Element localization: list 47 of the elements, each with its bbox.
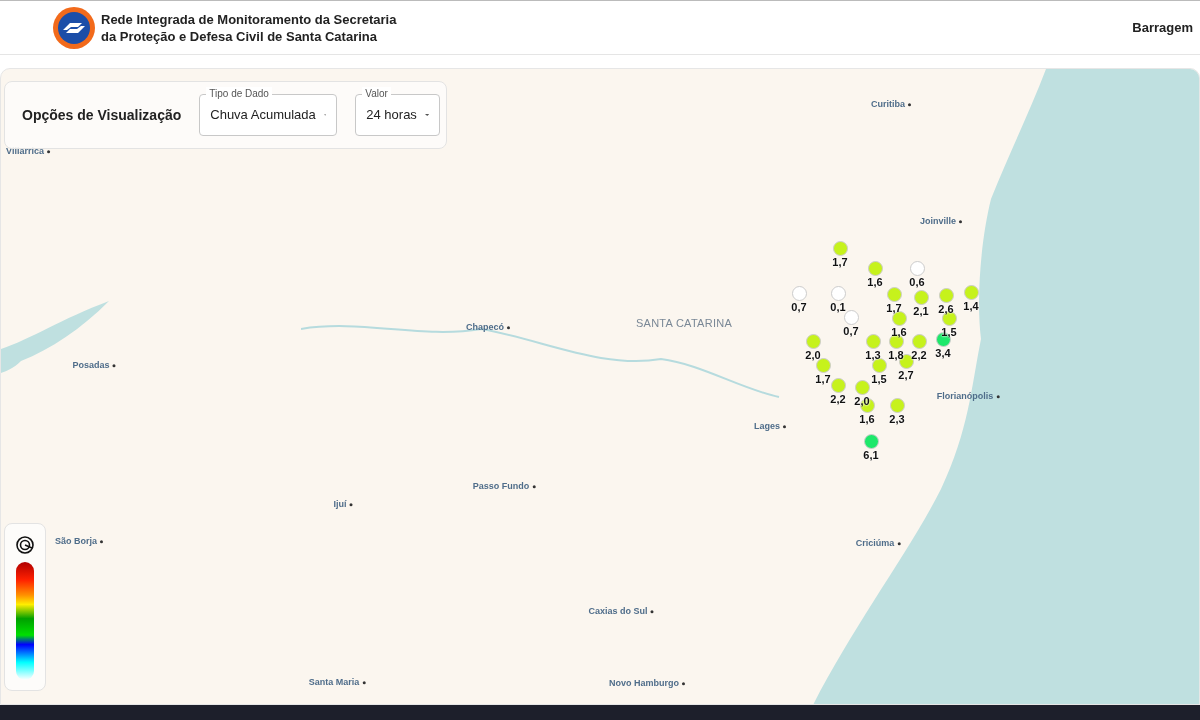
station-value: 2,6 bbox=[938, 303, 954, 315]
select-value: 24 horas bbox=[366, 106, 417, 125]
select-label: Tipo de Dado bbox=[206, 87, 272, 101]
panel-title: Opções de Visualização bbox=[22, 105, 182, 125]
city-label: Passo Fundo bbox=[472, 480, 530, 494]
station-value: 1,4 bbox=[963, 300, 979, 312]
city-label: Villarrica bbox=[6, 145, 44, 159]
station-value: 2,7 bbox=[898, 369, 914, 381]
station-value: 1,3 bbox=[865, 349, 881, 361]
city-label: Novo Hamburgo bbox=[609, 677, 679, 691]
city-label: Santa Maria bbox=[308, 676, 360, 690]
station-value: 1,7 bbox=[832, 256, 848, 268]
station-value: 2,1 bbox=[913, 305, 929, 317]
nav-link[interactable]: Barragem bbox=[1132, 17, 1193, 38]
city-label: Florianópolis bbox=[936, 390, 994, 404]
station-value: 1,6 bbox=[891, 326, 907, 338]
city-label: São Borja bbox=[55, 535, 97, 549]
select-value: Chuva Acumulada bbox=[210, 106, 316, 125]
station-value: 0,7 bbox=[843, 325, 859, 337]
city-label: Curitiba bbox=[871, 98, 905, 112]
station-value: 0,1 bbox=[830, 301, 846, 313]
city-label: Ijuí bbox=[333, 498, 347, 512]
station-value: 2,2 bbox=[830, 393, 846, 405]
site-title: da Proteção e Defesa Civil de Santa Catarina bbox=[101, 27, 378, 45]
station-value: 2,2 bbox=[911, 349, 927, 361]
site-title: Rede Integrada de Monitoramento da Secretaria bbox=[101, 10, 397, 28]
city-label: Lages bbox=[754, 420, 780, 434]
city-label: Posadas bbox=[72, 359, 110, 373]
station-value: 1,6 bbox=[859, 413, 875, 425]
station-value: 6,1 bbox=[863, 449, 879, 461]
station-value: 1,5 bbox=[941, 326, 957, 338]
station-value: 2,0 bbox=[805, 349, 821, 361]
region-label: SANTA CATARINA bbox=[635, 315, 733, 331]
city-label: Chapecó bbox=[466, 321, 504, 335]
station-value: 1,6 bbox=[867, 276, 883, 288]
city-label: Criciúma bbox=[855, 537, 895, 551]
station-value: 0,6 bbox=[909, 276, 925, 288]
station-value: 3,4 bbox=[935, 347, 951, 359]
station-value: 1,7 bbox=[815, 373, 831, 385]
station-value: 2,0 bbox=[854, 395, 870, 407]
station-value: 0,7 bbox=[791, 301, 807, 313]
city-label: Joinville bbox=[920, 215, 956, 229]
station-value: 1,8 bbox=[888, 349, 904, 361]
city-label: Caxias do Sul bbox=[588, 605, 648, 619]
station-value: 1,7 bbox=[886, 302, 902, 314]
station-value: 2,3 bbox=[889, 413, 905, 425]
station-value: 1,5 bbox=[871, 373, 887, 385]
